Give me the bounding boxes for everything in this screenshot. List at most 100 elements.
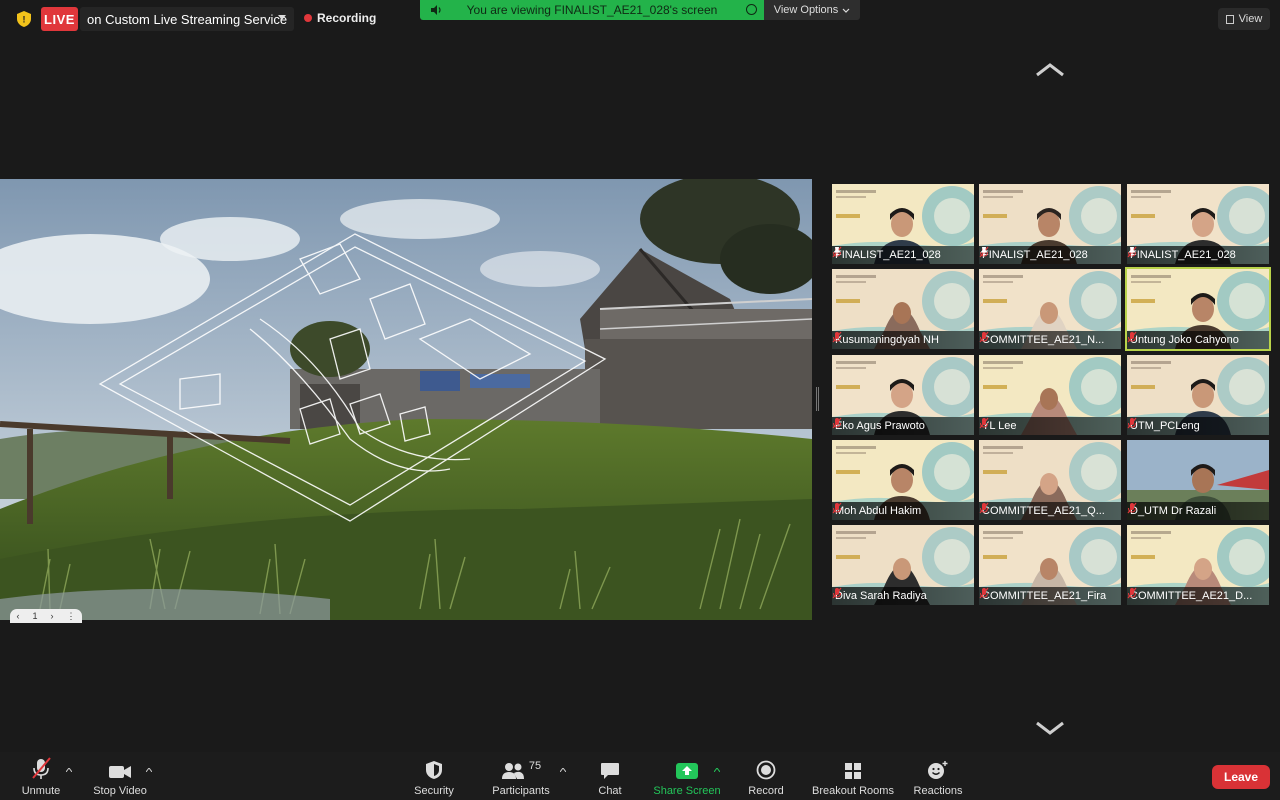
participant-tile[interactable]: FINALIST_AE21_028 [832,184,974,264]
microphone-muted-icon [979,331,989,343]
unmute-button[interactable]: Unmute [18,752,64,800]
chevron-up-icon[interactable] [66,768,72,772]
stop-video-label: Stop Video [93,785,147,797]
microphone-muted-icon [832,331,842,343]
more-icon[interactable]: ⋮ [66,611,75,622]
participant-name-bar: UTM_PCLeng [1127,417,1269,435]
grid-icon [1225,14,1234,24]
participant-name: COMMITTEE_AE21_Q... [982,505,1105,517]
security-label: Security [414,785,454,797]
participant-tile[interactable]: COMMITTEE_AE21_N... [979,269,1121,349]
participant-name: D_UTM Dr Razali [1130,505,1217,517]
participant-tile[interactable]: Moh Abdul Hakim [832,440,974,520]
chevron-up-icon[interactable] [714,768,720,772]
participant-count: 75 [528,760,542,772]
recording-indicator[interactable]: Recording [304,11,376,25]
unmute-label: Unmute [21,785,61,797]
live-badge: LIVE [41,7,78,31]
meeting-toolbar: Unmute Stop Video Security 75 Participan… [0,752,1280,800]
participant-name-bar: Moh Abdul Hakim [832,502,974,520]
panel-resize-handle[interactable] [816,387,819,411]
participant-tile[interactable]: YL Lee [979,355,1121,435]
participant-tile[interactable]: FINALIST_AE21_028 [1127,184,1269,264]
participant-name-bar: D_UTM Dr Razali [1127,502,1269,520]
participant-tile[interactable]: UTM_PCLeng [1127,355,1269,435]
chat-bubble-icon [601,763,619,779]
reactions-button[interactable]: Reactions [910,752,966,800]
share-screen-icon [676,763,698,779]
security-button[interactable]: Security [408,752,460,800]
prev-page-icon[interactable]: ‹ [16,611,19,621]
participant-tile[interactable]: COMMITTEE_AE21_Q... [979,440,1121,520]
participants-icon [501,763,524,779]
participant-name-bar: COMMITTEE_AE21_N... [979,331,1121,349]
participant-tile[interactable]: COMMITTEE_AE21_D... [1127,525,1269,605]
page-number: 1 [32,611,38,621]
pin-icon [980,247,988,257]
top-bar: ! LIVE on Custom Live Streaming Service … [0,0,1280,38]
participant-name: COMMITTEE_AE21_Fira [982,590,1107,602]
breakout-rooms-label: Breakout Rooms [812,785,894,797]
participant-tile[interactable]: Diva Sarah Radiya [832,525,974,605]
shield-icon[interactable]: ! [16,10,32,28]
participant-tile[interactable]: FINALIST_AE21_028 [979,184,1121,264]
speaker-icon [431,5,441,15]
architecture-render-image [0,179,812,620]
participants-label: Participants [492,785,550,797]
breakout-rooms-icon [845,763,861,779]
chevron-down-icon[interactable] [1034,720,1066,736]
live-stream-dropdown[interactable]: on Custom Live Streaming Service [80,7,294,31]
chevron-down-icon [278,15,286,20]
participant-tile[interactable]: D_UTM Dr Razali [1127,440,1269,520]
chevron-down-icon [842,8,850,13]
chat-button[interactable]: Chat [590,752,630,800]
participant-name: FINALIST_AE21_028 [982,249,1088,261]
record-button[interactable]: Record [744,752,788,800]
participant-tile[interactable]: Eko Agus Prawoto [832,355,974,435]
microphone-muted-icon [1127,502,1137,514]
stop-video-button[interactable]: Stop Video [90,752,150,800]
participant-tile[interactable]: Kusumaningdyah NH [832,269,974,349]
participant-name: FINALIST_AE21_028 [1130,249,1236,261]
view-options-label: View Options [773,4,839,16]
share-banner-text: You are viewing FINALIST_AE21_028's scre… [466,3,718,17]
chevron-up-icon[interactable] [1034,62,1066,78]
recording-label: Recording [317,11,377,25]
chevron-up-icon[interactable] [146,768,152,772]
chat-label: Chat [598,785,622,797]
participant-name: UTM_PCLeng [1130,420,1200,432]
svg-text:!: ! [23,15,26,25]
participant-name-bar: Kusumaningdyah NH [832,331,974,349]
view-layout-button[interactable]: View [1218,8,1270,30]
leave-meeting-button[interactable]: Leave [1212,765,1270,789]
microphone-muted-icon [32,757,51,779]
reactions-label: Reactions [913,785,963,797]
participant-name: Diva Sarah Radiya [835,590,927,602]
slide-pager[interactable]: ‹ 1 › ⋮ [10,609,82,623]
share-screen-button[interactable]: Share Screen [652,752,722,800]
participant-name-bar: COMMITTEE_AE21_Q... [979,502,1121,520]
participant-name-bar: Untung Joko Cahyono [1127,331,1269,349]
view-label: View [1238,13,1263,25]
next-page-icon[interactable]: › [50,611,53,621]
participant-name: Untung Joko Cahyono [1130,334,1239,346]
breakout-rooms-button[interactable]: Breakout Rooms [808,752,898,800]
participant-name-bar: FINALIST_AE21_028 [1127,246,1269,264]
shared-screen[interactable] [0,179,812,620]
participant-name-bar: Diva Sarah Radiya [832,587,974,605]
participant-name-bar: FINALIST_AE21_028 [832,246,974,264]
security-shield-icon [426,761,442,779]
participants-button[interactable]: 75 Participants [488,752,554,800]
recording-dot-icon [304,14,312,22]
video-camera-icon [109,766,131,778]
participant-name: FINALIST_AE21_028 [835,249,941,261]
participant-name: COMMITTEE_AE21_D... [1130,590,1253,602]
participant-tile[interactable]: COMMITTEE_AE21_Fira [979,525,1121,605]
view-options-button[interactable]: View Options [764,0,860,20]
microphone-muted-icon [979,502,989,514]
microphone-muted-icon [979,417,989,429]
microphone-muted-icon [832,502,842,514]
participant-tile[interactable]: Untung Joko Cahyono [1125,267,1271,351]
microphone-muted-icon [832,417,842,429]
chevron-up-icon[interactable] [560,768,566,772]
